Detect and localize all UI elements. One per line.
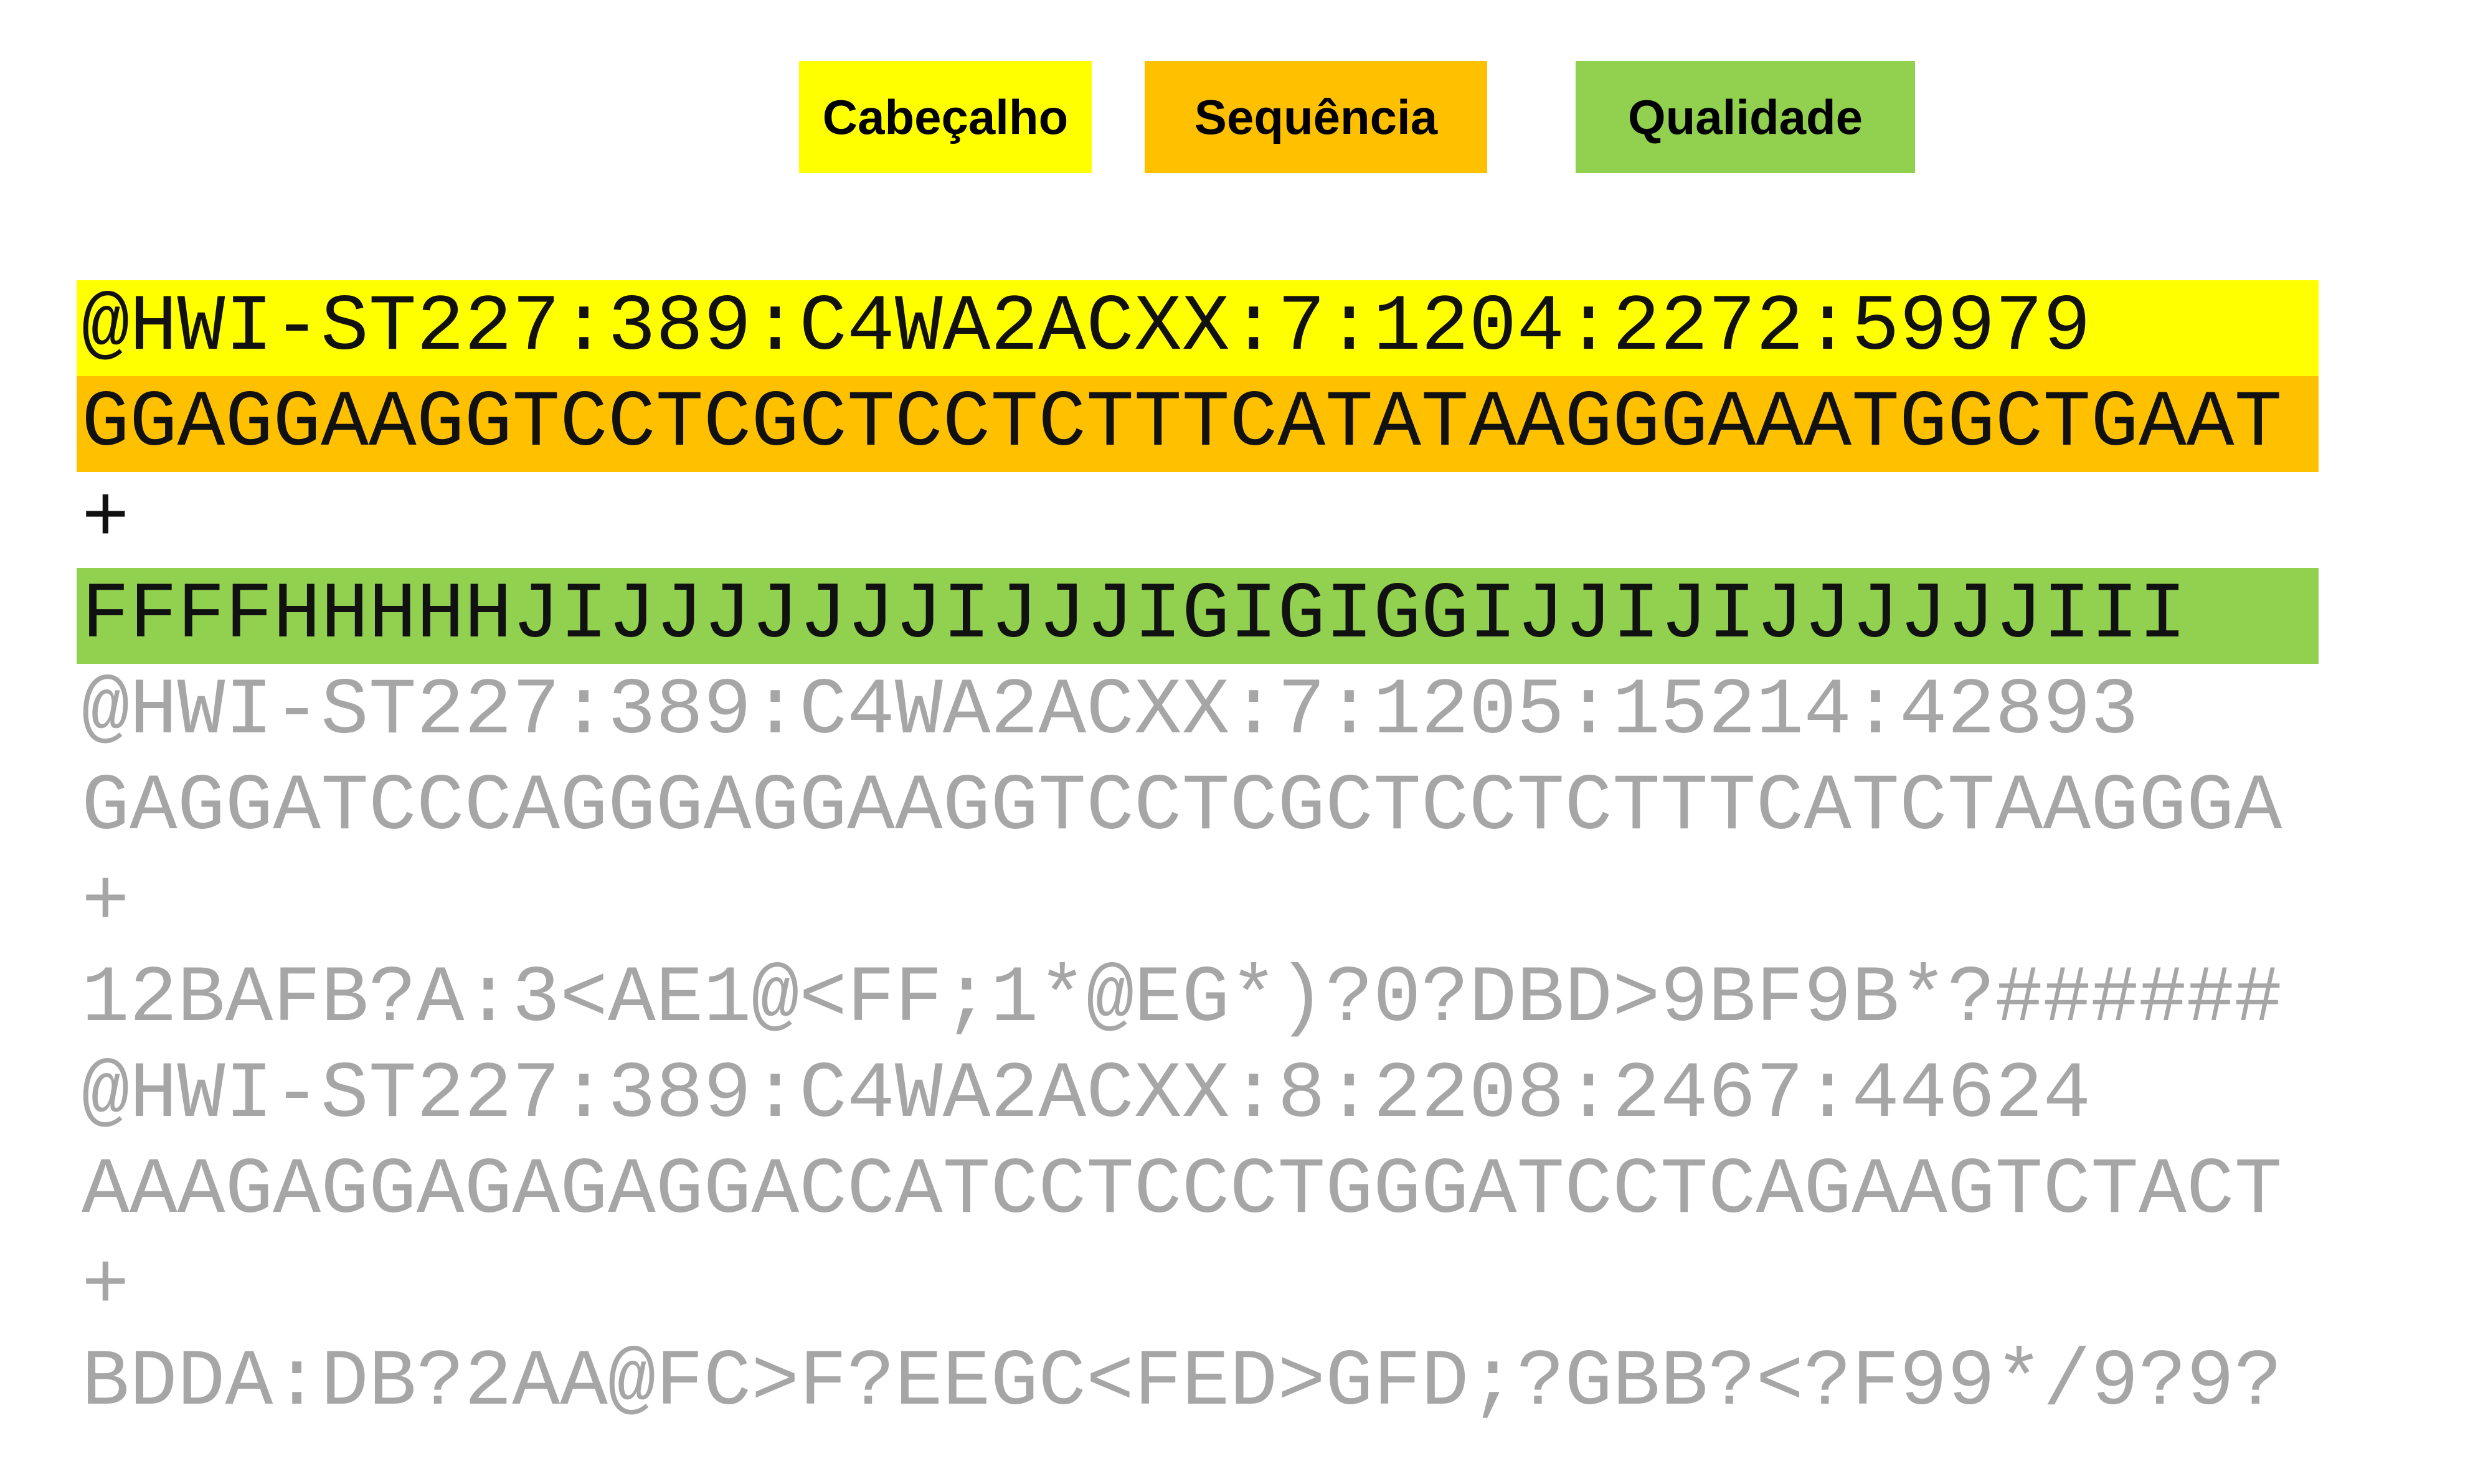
legend-header-box: Cabeçalho: [799, 61, 1092, 173]
legend-header-label: Cabeçalho: [822, 89, 1069, 144]
record-3-quality-line: BDDA:DB?2AA@FC>F?EEGC<FED>GFD;?GBB?<?F99…: [82, 1338, 2282, 1428]
record-3-header-line: @HWI-ST227:389:C4WA2ACXX:8:2208:2467:446…: [82, 1050, 2091, 1140]
record-2-sequence-line: GAGGATCCCAGGGAGGAAGGTCCTCGCTCCTCTTTCATCT…: [82, 762, 2282, 853]
record-3-sequence-line: AAAGAGGAGAGAGGACCATCCTCCCTGGGATCCTCAGAAG…: [82, 1146, 2282, 1236]
record-2-separator-line: +: [82, 858, 130, 948]
record-3-separator-line: +: [82, 1242, 130, 1332]
record-1-quality-line: FFFFHHHHHJIJJJJJJJIJJJIGIGIGGIJJIJIJJJJJ…: [77, 568, 2319, 664]
record-2-quality-line: 12BAFB?A:3<AE1@<FF;1*@EG*)?0?DBD>9BF9B*?…: [82, 954, 2282, 1044]
legend-sequence-box: Sequência: [1145, 61, 1487, 173]
record-1-sequence-line: GGAGGAAGGTCCTCGCTCCTCTTTCATATAAGGGAAATGG…: [77, 376, 2319, 472]
record-1-header-line: @HWI-ST227:389:C4WA2ACXX:7:1204:2272:599…: [77, 280, 2319, 376]
legend-quality-label: Qualidade: [1627, 89, 1863, 144]
record-1-separator-line: +: [82, 475, 130, 565]
legend-sequence-label: Sequência: [1194, 89, 1438, 144]
record-2-header-line: @HWI-ST227:389:C4WA2ACXX:7:1205:15214:42…: [82, 666, 2139, 757]
fastq-text-block: @HWI-ST227:389:C4WA2ACXX:7:1204:2272:599…: [77, 280, 2319, 1431]
legend-quality-box: Qualidade: [1576, 61, 1915, 173]
